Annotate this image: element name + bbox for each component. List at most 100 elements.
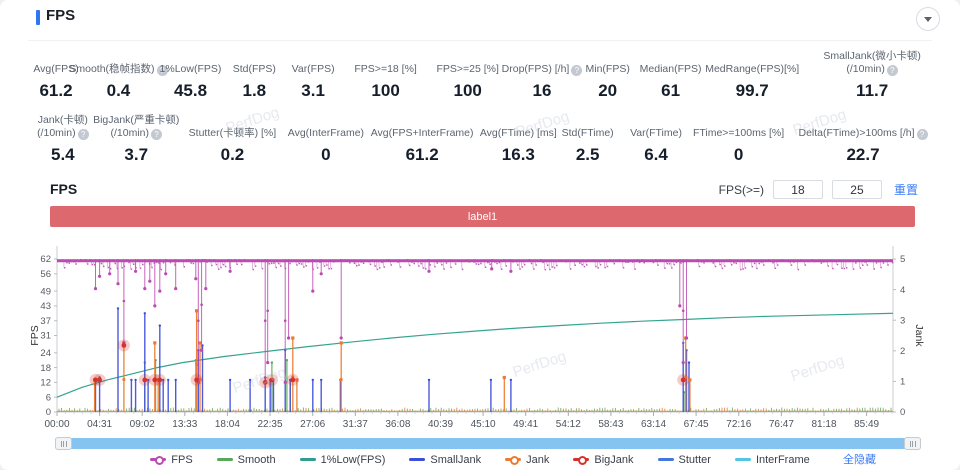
- stat-value: 61.2: [406, 145, 439, 165]
- stat-label: Avg(InterFrame): [288, 127, 364, 140]
- stat-value: 16.3: [502, 145, 535, 165]
- legend-swatch: [658, 458, 674, 461]
- stat-value: 16: [533, 81, 552, 101]
- stat-label: Median(FPS): [640, 63, 702, 76]
- panel-title: FPS: [46, 7, 75, 24]
- svg-text:1: 1: [900, 377, 905, 388]
- legend-item-jank[interactable]: Jank: [505, 454, 549, 466]
- collapse-button[interactable]: [916, 7, 940, 31]
- scrollbar-track[interactable]: [55, 438, 921, 449]
- stat-label: Smooth(稳帧指数)?: [69, 63, 167, 76]
- svg-text:62: 62: [40, 254, 51, 265]
- stat-avg-interframe-: Avg(InterFrame) 0: [288, 114, 364, 165]
- legend-item-smalljank[interactable]: SmallJank: [409, 454, 481, 466]
- svg-text:FPS: FPS: [29, 325, 41, 345]
- svg-text:27:06: 27:06: [300, 419, 325, 430]
- info-icon[interactable]: ?: [917, 129, 928, 140]
- chart-legend: FPS Smooth 1%Low(FPS) SmallJank Jank BigJank S…: [0, 451, 960, 468]
- legend-swatch: [217, 458, 233, 461]
- chevron-down-icon: [924, 17, 932, 22]
- legend-item-stutter[interactable]: Stutter: [658, 454, 711, 466]
- svg-text:3: 3: [900, 315, 905, 326]
- chart-scrollbar[interactable]: [55, 437, 921, 450]
- svg-text:5: 5: [900, 254, 905, 265]
- stat-smooth-: Smooth(稳帧指数)?0.4: [82, 50, 155, 101]
- stat-value: 0: [734, 145, 743, 165]
- legend-label: BigJank: [594, 454, 633, 466]
- fps-threshold-input-1[interactable]: [773, 180, 823, 199]
- stat-label: FPS>=25 [%]: [436, 63, 498, 76]
- legend-swatch: [735, 458, 751, 461]
- stat-value: 3.7: [124, 145, 148, 165]
- fps-threshold-input-2[interactable]: [832, 180, 882, 199]
- legend-swatch: [573, 458, 589, 461]
- stat-smalljank-: SmallJank(微小卡顿)(/10min)?11.7: [802, 50, 942, 101]
- stat-label: MedRange(FPS)[%]: [705, 63, 799, 76]
- stat-label: 1%Low(FPS): [160, 63, 222, 76]
- legend-dot: [578, 456, 587, 465]
- info-icon[interactable]: ?: [151, 129, 162, 140]
- stat-value: 0.4: [107, 81, 131, 101]
- svg-text:49:41: 49:41: [513, 419, 538, 430]
- hide-all-link[interactable]: 全隐藏: [843, 451, 876, 467]
- legend-dot: [155, 456, 164, 465]
- legend-label: 1%Low(FPS): [321, 454, 386, 466]
- svg-text:12: 12: [40, 378, 51, 389]
- stat-label: BigJank(严重卡顿): [93, 114, 179, 127]
- chart-section-title: FPS: [50, 181, 77, 197]
- stat-label: Stutter(卡顿率) [%]: [189, 127, 277, 140]
- svg-text:18:04: 18:04: [215, 419, 240, 430]
- stat-value: 0: [321, 145, 330, 165]
- svg-text:Jank: Jank: [913, 324, 925, 347]
- stat-value: 22.7: [846, 145, 879, 165]
- svg-text:49: 49: [40, 286, 51, 297]
- stat-label: Var(FTime): [630, 127, 682, 140]
- svg-text:56: 56: [40, 269, 51, 280]
- stat-min-fps-: Min(FPS)20: [576, 50, 639, 101]
- stat-median-fps-: Median(FPS)61: [639, 50, 702, 101]
- stat-value: 2.5: [576, 145, 600, 165]
- svg-text:76:47: 76:47: [769, 419, 794, 430]
- stat-fps-18-%-: FPS>=18 [%]100: [344, 50, 428, 101]
- stat-stutter-%-: Stutter(卡顿率) [%] 0.2: [177, 114, 288, 165]
- stat-1%low-fps-: 1%Low(FPS)45.8: [155, 50, 226, 101]
- legend-swatch: [505, 458, 521, 461]
- fps-panel: FPS Avg(FPS)61.2Smooth(稳帧指数)?0.41%Low(FP…: [0, 0, 960, 470]
- stat-label: SmallJank(微小卡顿): [823, 50, 920, 63]
- fps-chart-svg[interactable]: 0612182431374349566201234500:0004:3109:0…: [28, 232, 944, 434]
- stat-std-fps-: Std(FPS)1.8: [226, 50, 283, 101]
- legend-label: Jank: [526, 454, 549, 466]
- svg-text:04:31: 04:31: [87, 419, 112, 430]
- stat-var-ftime-: Var(FTime)6.4: [619, 114, 693, 165]
- fps-threshold-controls: FPS(>=) 重置: [719, 180, 918, 199]
- stat-value: 11.7: [856, 81, 888, 101]
- stat-value: 3.1: [301, 81, 325, 101]
- stat-label: Var(FPS): [292, 63, 335, 76]
- svg-text:31:37: 31:37: [343, 419, 368, 430]
- info-icon[interactable]: ?: [78, 129, 89, 140]
- legend-item-interframe[interactable]: InterFrame: [735, 454, 810, 466]
- label1-banner[interactable]: label1: [50, 206, 915, 227]
- stat-label: Min(FPS): [585, 63, 629, 76]
- legend-swatch: [150, 458, 166, 461]
- svg-text:00:00: 00:00: [44, 419, 69, 430]
- legend-label: SmallJank: [430, 454, 481, 466]
- stat-fps-25-%-: FPS>=25 [%]100: [428, 50, 508, 101]
- legend-item-fps[interactable]: FPS: [150, 454, 192, 466]
- stat-label: (/10min)?: [110, 127, 162, 140]
- title-accent-bar: [36, 10, 40, 25]
- legend-swatch: [300, 458, 316, 461]
- stat-value: 0.2: [221, 145, 245, 165]
- legend-label: Smooth: [238, 454, 276, 466]
- stat-value: 100: [371, 81, 399, 101]
- legend-item-bigjank[interactable]: BigJank: [573, 454, 633, 466]
- fps-chart[interactable]: 0612182431374349566201234500:0004:3109:0…: [28, 232, 944, 434]
- scrollbar-handle-right[interactable]: [904, 437, 921, 450]
- svg-text:43: 43: [40, 301, 51, 312]
- scrollbar-handle-left[interactable]: [55, 437, 72, 450]
- reset-link[interactable]: 重置: [894, 181, 918, 198]
- info-icon[interactable]: ?: [887, 65, 898, 76]
- svg-text:18: 18: [40, 363, 51, 374]
- legend-item-1%low-fps-[interactable]: 1%Low(FPS): [300, 454, 386, 466]
- legend-item-smooth[interactable]: Smooth: [217, 454, 276, 466]
